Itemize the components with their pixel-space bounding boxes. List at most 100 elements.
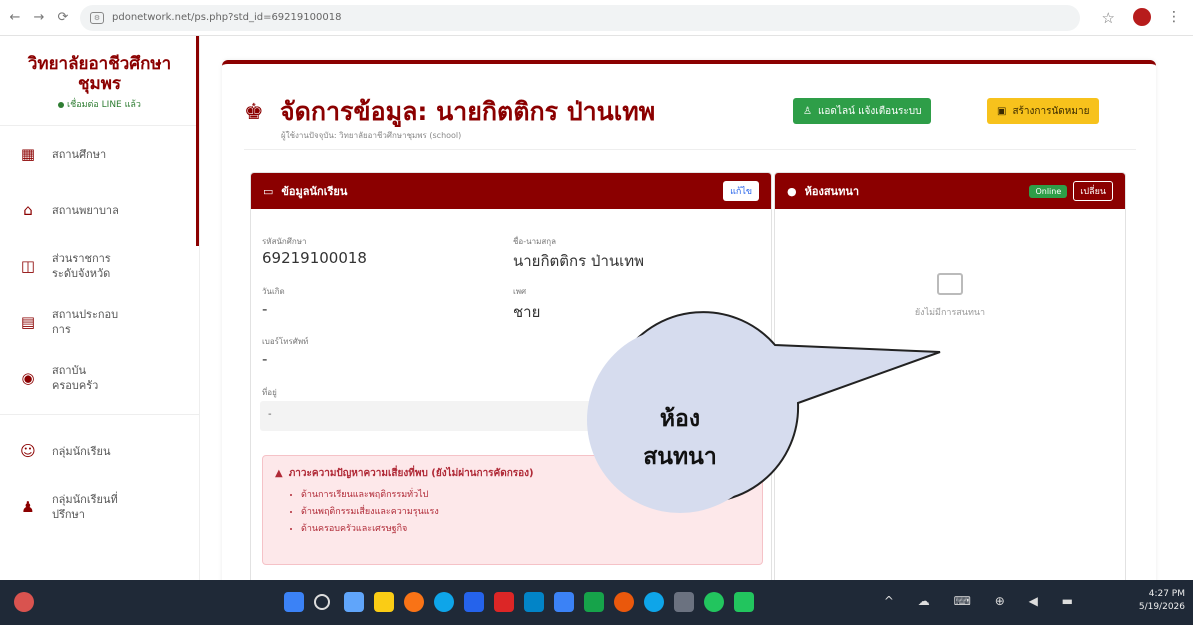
camera-icon[interactable] bbox=[674, 592, 694, 612]
sidebar-item-label: สถานพยาบาล bbox=[52, 203, 119, 217]
risk-item: ด้านครอบครัวและเศรษฐกิจ bbox=[301, 521, 750, 538]
taskbar: ^ ☁ ⌨ ⊕ ◀ ▬ 4:27 PM 5/19/2026 bbox=[0, 580, 1193, 625]
business-icon: ▤ bbox=[20, 313, 36, 331]
student-id-label: รหัสนักศึกษา bbox=[262, 237, 307, 246]
reload-icon[interactable]: ⟳ bbox=[54, 9, 72, 27]
empty-chat-text: ยังไม่มีการสนทนา bbox=[914, 308, 986, 318]
brand-name-line1: วิทยาลัยอาชีวศึกษา bbox=[27, 54, 172, 74]
file-explorer-icon[interactable] bbox=[374, 592, 394, 612]
manage-panel: ♚ จัดการข้อมูล: นายกิตติกร ป่านเทพ ผู้ใช… bbox=[222, 60, 1156, 592]
line-status-text: เชื่อมต่อ LINE แล้ว bbox=[67, 100, 141, 110]
line-status: เชื่อมต่อ LINE แล้ว bbox=[0, 97, 199, 111]
address-bar[interactable]: ⚙ pdonetwork.net/ps.php?std_id=692191000… bbox=[80, 4, 1080, 31]
risk-item: ด้านการเรียนและพฤติกรรมทั่วไป bbox=[301, 487, 750, 504]
sidebar-item-label: กลุ่มนักเรียน bbox=[52, 444, 111, 458]
forward-icon[interactable]: → bbox=[30, 9, 48, 27]
sidebar-item-government[interactable]: ◫ ส่วนราชการ ระดับจังหวัด bbox=[0, 238, 199, 294]
start-icon[interactable] bbox=[284, 592, 304, 612]
line-app-icon[interactable] bbox=[734, 592, 754, 612]
hospital-icon: ⌂ bbox=[23, 201, 33, 219]
bookmark-star-icon[interactable]: ☆ bbox=[1102, 9, 1115, 27]
building-icon: ▦ bbox=[20, 145, 36, 163]
warning-icon: ▲ bbox=[275, 468, 283, 479]
name-label: ชื่อ-นามสกุล bbox=[513, 237, 556, 246]
add-line-notify-label: แอดไลน์ แจ้งเตือนระบบ bbox=[817, 105, 922, 117]
browser-menu-icon[interactable]: ⋮ bbox=[1167, 9, 1181, 25]
edge-icon[interactable] bbox=[434, 592, 454, 612]
site-info-icon[interactable]: ⚙ bbox=[90, 11, 104, 24]
online-badge: Online bbox=[1029, 184, 1068, 198]
sidebar-item-business[interactable]: ▤ สถานประกอบ การ bbox=[0, 294, 199, 350]
group-icon: ☺ bbox=[20, 442, 36, 460]
app-icon[interactable] bbox=[524, 592, 544, 612]
page-title: จัดการข้อมูล: นายกิตติกร ป่านเทพ bbox=[280, 97, 656, 126]
student-id-value: 69219100018 bbox=[262, 249, 367, 267]
phone-label: เบอร์โทรศัพท์ bbox=[262, 337, 309, 346]
callout-line2: สนทนา bbox=[643, 444, 717, 470]
taskbar-clock[interactable]: 4:27 PM 5/19/2026 bbox=[1139, 588, 1185, 614]
sidebar-item-label: สถาบัน ครอบครัว bbox=[52, 364, 99, 392]
gender-label: เพศ bbox=[513, 287, 527, 296]
advisee-group-icon: ♟ bbox=[21, 498, 35, 516]
birthday-label: วันเกิด bbox=[262, 287, 285, 296]
address-bar-text: pdonetwork.net/ps.php?std_id=69219100018 bbox=[112, 12, 342, 23]
gender-value: ชาย bbox=[513, 303, 541, 321]
switch-chat-button[interactable]: เปลี่ยน bbox=[1073, 181, 1113, 201]
edit-student-button[interactable]: แก้ไข bbox=[723, 181, 759, 201]
app-icon[interactable] bbox=[614, 592, 634, 612]
student-card-header: ▭ ข้อมูลนักเรียน แก้ไข bbox=[251, 173, 771, 209]
sidebar-item-hospital[interactable]: ⌂ สถานพยาบาล bbox=[0, 182, 199, 238]
family-icon: ◉ bbox=[21, 369, 35, 387]
id-card-icon: ▭ bbox=[263, 184, 274, 198]
user-manage-icon: ♚ bbox=[244, 100, 264, 125]
app-icon[interactable] bbox=[644, 592, 664, 612]
app-icon[interactable] bbox=[584, 592, 604, 612]
app-icon[interactable] bbox=[404, 592, 424, 612]
clock-time: 4:27 PM bbox=[1148, 589, 1185, 599]
current-user-text: ผู้ใช้งานปัจจุบัน: วิทยาลัยอาชีวศึกษาชุม… bbox=[281, 131, 462, 140]
callout-text: ห้อง สนทนา bbox=[600, 400, 760, 476]
sidebar-item-label: กลุ่มนักเรียนที่ ปรึกษา bbox=[52, 493, 118, 521]
browser-toolbar: ← → ⟳ ⚙ pdonetwork.net/ps.php?std_id=692… bbox=[0, 0, 1193, 36]
risk-alert-title-text: ภาวะความปัญหาความเสี่ยงที่พบ (ยังไม่ผ่าน… bbox=[288, 468, 534, 479]
sidebar-scroll-accent bbox=[196, 36, 199, 246]
address-label: ที่อยู่ bbox=[262, 388, 277, 397]
add-line-notify-button[interactable]: ♙ แอดไลน์ แจ้งเตือนระบบ bbox=[793, 98, 932, 124]
sidebar-nav: ▦ สถานศึกษา ⌂ สถานพยาบาล ◫ ส่วนราชการ ระดับ… bbox=[0, 125, 199, 535]
sidebar-item-family[interactable]: ◉ สถาบัน ครอบครัว bbox=[0, 350, 199, 406]
risk-list: ด้านการเรียนและพฤติกรรมทั่วไป ด้านพฤติกร… bbox=[275, 487, 750, 538]
risk-item: ด้านพฤติกรรมเสี่ยงและความรุนแรง bbox=[301, 504, 750, 521]
student-info-card: ▭ ข้อมูลนักเรียน แก้ไข รหัสนักศึกษา 6921… bbox=[250, 172, 772, 592]
sidebar-item-label: ส่วนราชการ ระดับจังหวัด bbox=[52, 252, 111, 280]
government-icon: ◫ bbox=[20, 257, 36, 275]
brand-name-line2: ชุมพร bbox=[77, 74, 122, 94]
name-value: นายกิตติกร ป่านเทพ bbox=[513, 252, 645, 270]
app-icon[interactable] bbox=[494, 592, 514, 612]
extension-icon[interactable] bbox=[1133, 8, 1151, 26]
weather-icon[interactable] bbox=[14, 592, 34, 612]
search-icon[interactable] bbox=[314, 594, 330, 610]
clock-date: 5/19/2026 bbox=[1138, 602, 1185, 612]
system-tray[interactable]: ^ ☁ ⌨ ⊕ ◀ ▬ bbox=[884, 594, 1083, 608]
calendar-app-icon[interactable] bbox=[464, 592, 484, 612]
callout-line1: ห้อง bbox=[659, 406, 701, 432]
app-icon[interactable] bbox=[554, 592, 574, 612]
back-icon[interactable]: ← bbox=[6, 9, 24, 27]
phone-value: - bbox=[262, 350, 268, 368]
chat-card-header: ● ห้องสนทนา Online เปลี่ยน bbox=[775, 173, 1125, 209]
sidebar-item-advisee-group[interactable]: ♟ กลุ่มนักเรียนที่ ปรึกษา bbox=[0, 479, 199, 535]
empty-chat-icon bbox=[937, 273, 963, 295]
chrome-icon[interactable] bbox=[704, 592, 724, 612]
sidebar-item-label: สถานศึกษา bbox=[52, 147, 107, 161]
sidebar-item-school[interactable]: ▦ สถานศึกษา bbox=[0, 126, 199, 182]
sidebar-item-student-group[interactable]: ☺ กลุ่มนักเรียน bbox=[0, 423, 199, 479]
calendar-icon: ▣ bbox=[997, 105, 1007, 117]
status-dot-icon bbox=[58, 101, 65, 108]
sidebar-item-label: สถานประกอบ การ bbox=[52, 308, 119, 336]
chat-empty-state: ยังไม่มีการสนทนา bbox=[775, 273, 1125, 319]
taskview-icon[interactable] bbox=[344, 592, 364, 612]
create-appointment-button[interactable]: ▣ สร้างการนัดหมาย bbox=[987, 98, 1100, 124]
chat-card-title: ห้องสนทนา bbox=[804, 185, 860, 198]
birthday-value: - bbox=[262, 300, 268, 318]
create-appointment-label: สร้างการนัดหมาย bbox=[1012, 105, 1090, 117]
